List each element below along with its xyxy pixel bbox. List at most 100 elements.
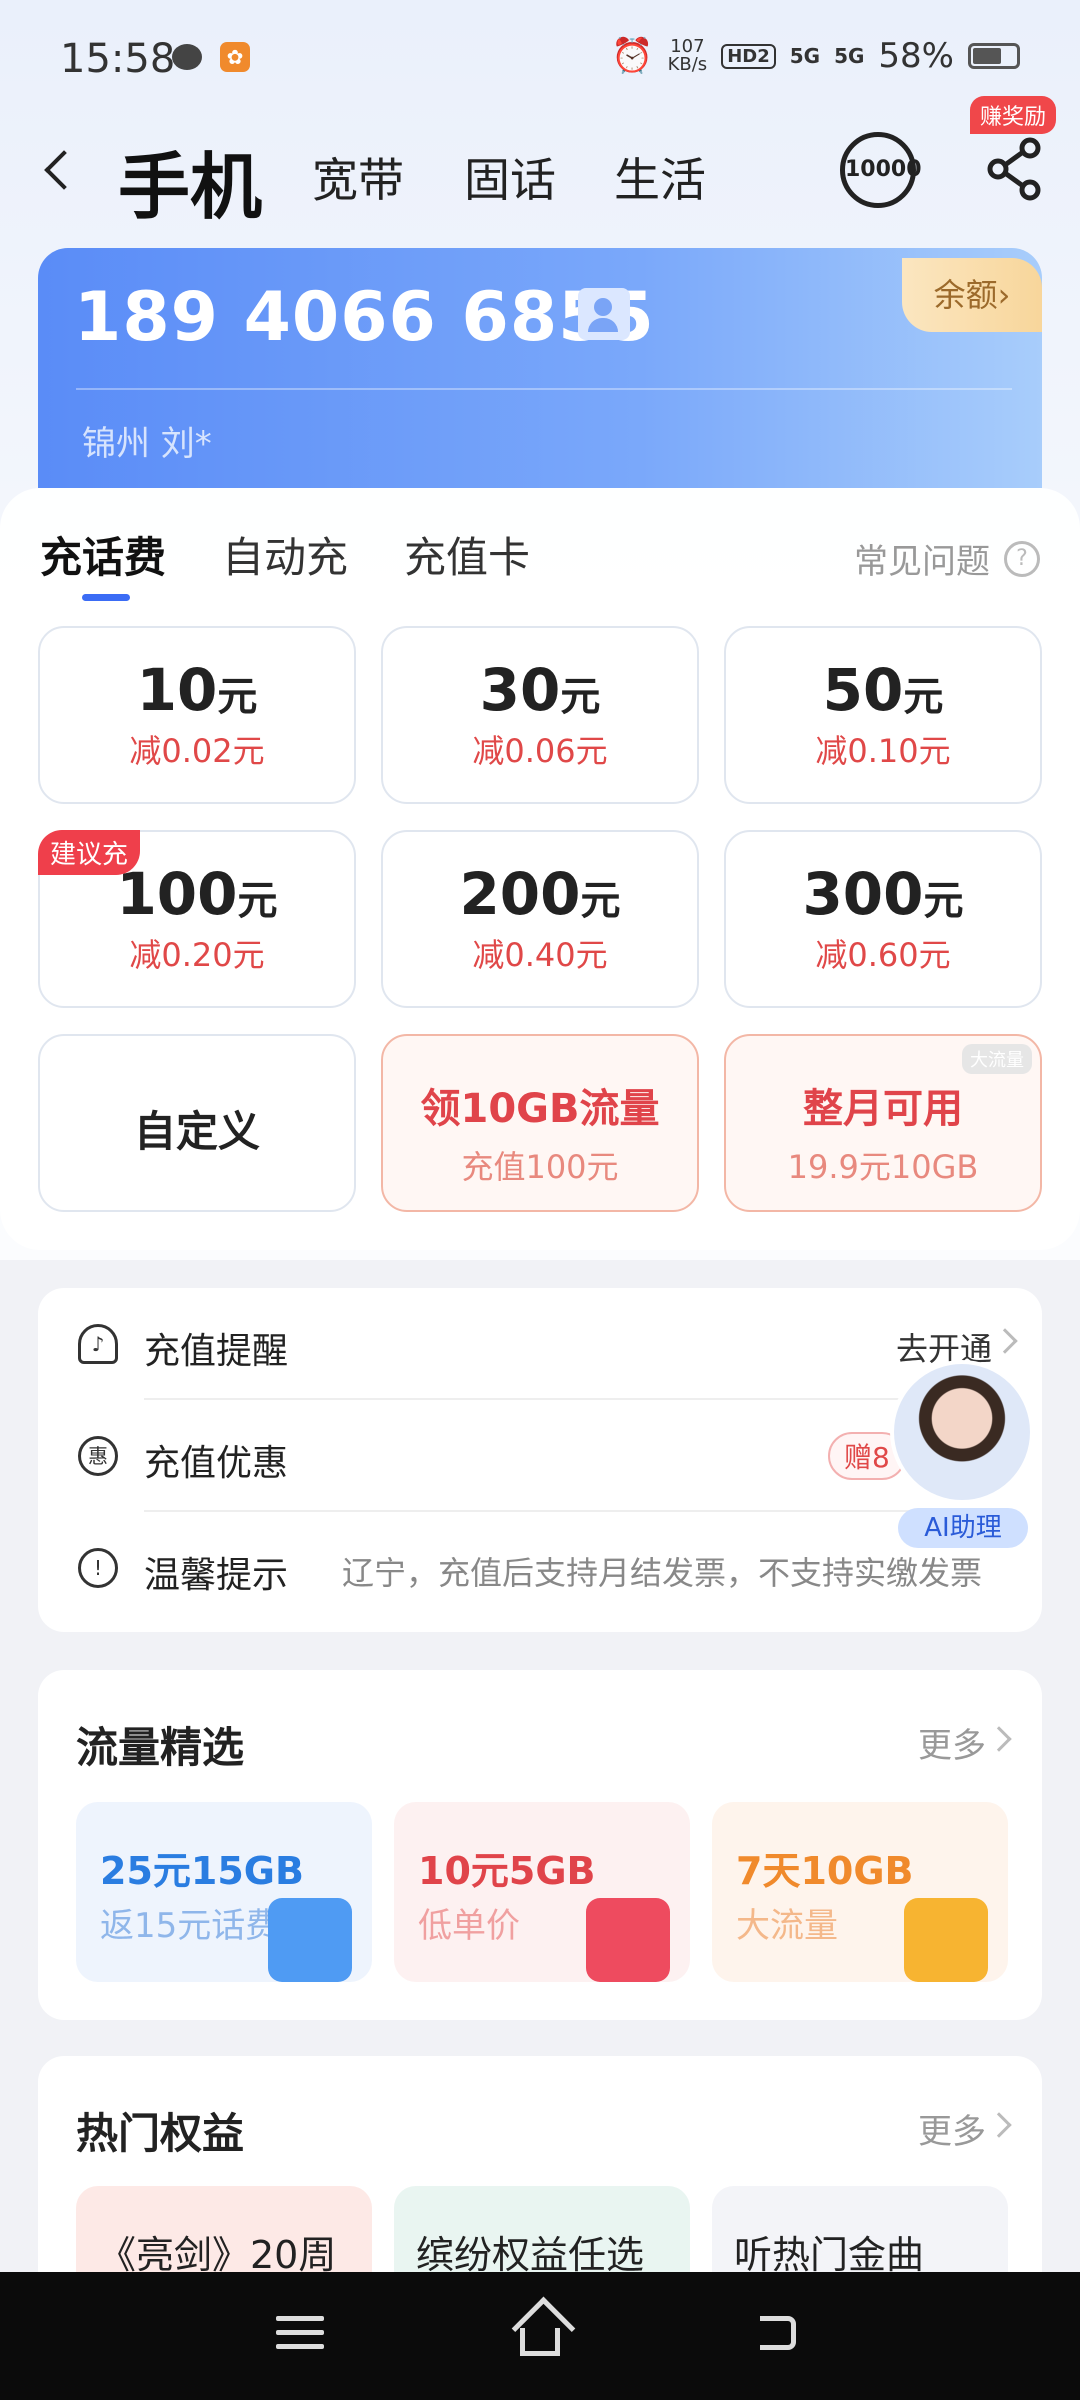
promo-subtitle: 19.9元10GB xyxy=(787,1148,979,1186)
ai-avatar xyxy=(890,1360,1034,1504)
promo-title: 领10GB流量 xyxy=(420,1086,660,1132)
tab-broadband[interactable]: 宽带 xyxy=(312,144,404,210)
faq-link[interactable]: 常见问题 ? xyxy=(854,534,1040,583)
promo-title: 整月可用 xyxy=(803,1086,963,1132)
amount-option[interactable]: 300元 减0.60元 xyxy=(724,830,1042,1008)
rights-section: 热门权益 更多 《亮剑》20周年！ 缤纷权益任选 听热门金曲 xyxy=(38,2056,1042,2332)
flow-card[interactable]: 25元15GB 返15元话费 xyxy=(76,1802,372,1982)
amount-discount: 减0.20元 xyxy=(129,936,265,974)
tab-life[interactable]: 生活 xyxy=(614,144,706,210)
signal-icon-2: 5G xyxy=(834,44,865,68)
back-nav-icon[interactable] xyxy=(760,2316,796,2350)
promo-subtitle: 充值100元 xyxy=(461,1148,619,1186)
amount-option[interactable]: 30元 减0.06元 xyxy=(381,626,699,804)
flow-card-sub: 返15元话费 xyxy=(100,1906,280,1946)
flow-card-title: 10元5GB xyxy=(418,1849,596,1893)
gift-icon xyxy=(904,1898,988,1982)
system-nav-bar xyxy=(0,2272,1080,2400)
amount-value: 300元 xyxy=(802,860,964,928)
amount-option[interactable]: 10元 减0.02元 xyxy=(38,626,356,804)
amount-value: 10元 xyxy=(136,656,258,724)
tab-recharge-card[interactable]: 充值卡 xyxy=(404,524,530,585)
message-icon xyxy=(172,44,202,70)
app-notification-icon: ✿ xyxy=(220,42,250,72)
amount-value: 50元 xyxy=(822,656,944,724)
status-time: 15:58 xyxy=(60,36,176,82)
tip-label: 温馨提示 xyxy=(144,1555,289,1596)
ai-label: AI助理 xyxy=(898,1508,1028,1548)
rights-card-title: 缤纷权益任选 xyxy=(416,2233,645,2277)
chevron-right-icon xyxy=(986,2112,1012,2138)
amount-value: 200元 xyxy=(459,860,621,928)
flow-more-link[interactable]: 更多 xyxy=(918,1718,986,1767)
question-icon: ? xyxy=(1004,540,1040,577)
rights-card-title: 听热门金曲 xyxy=(734,2233,925,2277)
rights-card[interactable]: 《亮剑》20周年！ xyxy=(76,2186,372,2332)
promo-monthly[interactable]: 大流量 整月可用 19.9元10GB xyxy=(724,1034,1042,1212)
ai-assistant-button[interactable]: AI助理 xyxy=(890,1360,1034,1550)
tab-recharge-fee[interactable]: 充话费 xyxy=(40,524,166,601)
rights-more-link[interactable]: 更多 xyxy=(918,2104,986,2153)
contact-icon[interactable] xyxy=(578,288,630,340)
flow-card-sub: 大流量 xyxy=(736,1906,838,1946)
recharge-panel: 充话费 自动充 充值卡 常见问题 ? 10元 减0.02元 30元 减0.06元… xyxy=(0,488,1080,1250)
custom-label: 自定义 xyxy=(133,1107,260,1156)
card-divider xyxy=(76,388,1012,390)
amount-discount: 减0.60元 xyxy=(815,936,951,974)
net-speed: 107 KB/s xyxy=(667,36,708,75)
amount-option[interactable]: 200元 减0.40元 xyxy=(381,830,699,1008)
flow-card-title: 7天10GB xyxy=(736,1849,914,1893)
home-icon[interactable] xyxy=(520,2328,560,2356)
custom-amount-button[interactable]: 自定义 xyxy=(38,1034,356,1212)
hd-icon: HD2 xyxy=(721,43,776,69)
flow-card[interactable]: 10元5GB 低单价 xyxy=(394,1802,690,1982)
discount-icon: 惠 xyxy=(78,1436,118,1476)
promo-flow-gift[interactable]: 领10GB流量 充值100元 xyxy=(381,1034,699,1212)
rights-title: 热门权益 xyxy=(76,2109,245,2158)
signal-icon-1: 5G xyxy=(789,44,821,68)
rights-card[interactable]: 缤纷权益任选 xyxy=(394,2186,690,2286)
amount-discount: 减0.06元 xyxy=(472,732,608,770)
discount-label: 充值优惠 xyxy=(144,1443,289,1484)
flow-card[interactable]: 7天10GB 大流量 xyxy=(712,1802,1008,1982)
flow-title: 流量精选 xyxy=(76,1723,245,1772)
chevron-right-icon xyxy=(992,1328,1018,1354)
suggest-badge: 建议充 xyxy=(38,830,141,875)
tab-phone[interactable]: 手机 xyxy=(118,128,262,233)
chevron-right-icon xyxy=(986,1726,1012,1752)
big-flow-badge: 大流量 xyxy=(962,1044,1032,1074)
status-bar: 15:58 ✿ ⏰ 107 KB/s HD2 5G 5G 58% xyxy=(0,0,1080,120)
data-bag-icon xyxy=(586,1898,670,1982)
amount-discount: 减0.02元 xyxy=(129,732,265,770)
battery-icon xyxy=(968,43,1020,69)
gift-icon xyxy=(268,1898,352,1982)
phone-number: 189 4066 6855 xyxy=(74,278,655,357)
exclamation-icon: ! xyxy=(78,1548,118,1588)
amount-discount: 减0.10元 xyxy=(815,732,951,770)
alarm-icon: ⏰ xyxy=(611,36,654,76)
customer-service-icon[interactable]: 10000 xyxy=(840,132,922,208)
menu-icon[interactable] xyxy=(276,2316,324,2356)
tip-text: 辽宁，充值后支持月结发票，不支持实缴发票 xyxy=(342,1554,983,1592)
flow-card-sub: 低单价 xyxy=(418,1906,520,1946)
amount-value: 30元 xyxy=(479,656,601,724)
tab-landline[interactable]: 固话 xyxy=(464,144,556,210)
header: 手机 宽带 固话 生活 10000 xyxy=(0,120,1080,229)
amount-option[interactable]: 建议充 100元 减0.20元 xyxy=(38,830,356,1008)
balance-button[interactable]: 余额› xyxy=(902,258,1042,332)
phone-card: 189 4066 6855 锦州 刘* 余额› xyxy=(38,248,1042,488)
reminder-label: 充值提醒 xyxy=(144,1331,289,1372)
amount-option[interactable]: 50元 减0.10元 xyxy=(724,626,1042,804)
tab-auto-recharge[interactable]: 自动充 xyxy=(222,524,348,585)
amount-discount: 减0.40元 xyxy=(472,936,608,974)
bell-icon: ♪ xyxy=(78,1324,118,1364)
back-icon[interactable] xyxy=(36,144,86,194)
flow-card-title: 25元15GB xyxy=(100,1849,304,1893)
battery-percent: 58% xyxy=(878,36,954,76)
reward-badge[interactable]: 赚奖励 xyxy=(970,96,1057,134)
flow-section: 流量精选 更多 25元15GB 返15元话费 10元5GB 低单价 7天10GB… xyxy=(38,1670,1042,2020)
owner-info: 锦州 刘* xyxy=(82,424,212,464)
faq-label: 常见问题 xyxy=(854,542,990,582)
rights-card[interactable]: 听热门金曲 xyxy=(712,2186,1008,2286)
share-icon[interactable] xyxy=(980,134,1050,204)
